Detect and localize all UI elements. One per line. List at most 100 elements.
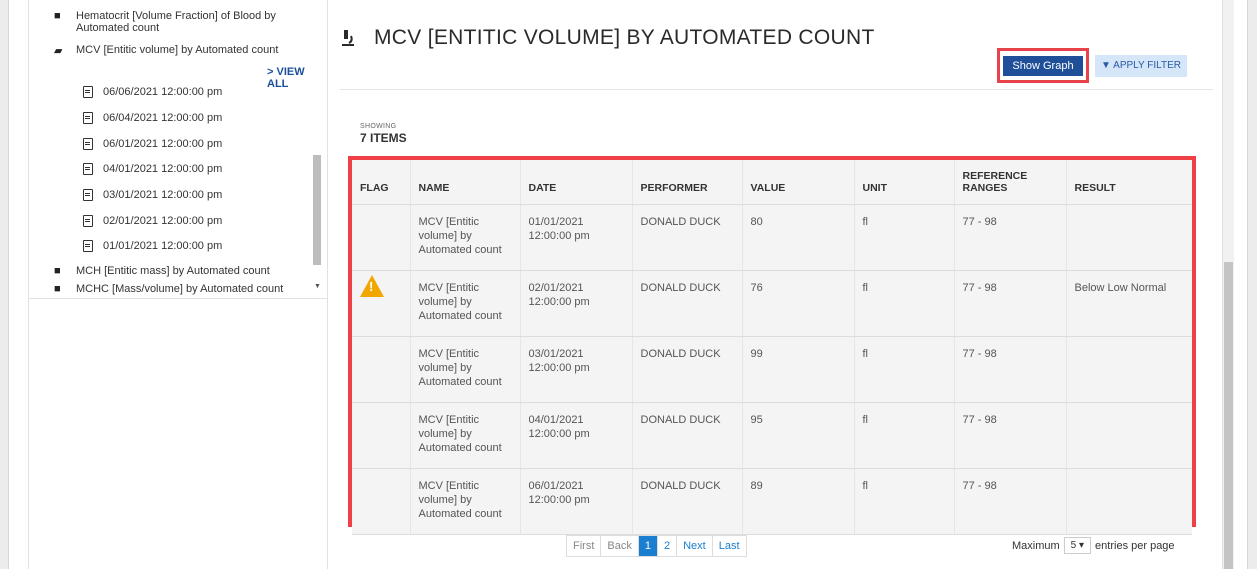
- tree-date-item[interactable]: 06/06/2021 12:00:00 pm: [83, 86, 222, 98]
- table-row[interactable]: MCV [Entitic volume] by Automated count 0…: [352, 468, 1192, 535]
- column-header[interactable]: DATE: [520, 160, 633, 205]
- tree-date-item[interactable]: 03/01/2021 12:00:00 pm: [83, 189, 222, 201]
- tree-date-item[interactable]: 06/04/2021 12:00:00 pm: [83, 112, 222, 124]
- divider: [28, 298, 328, 299]
- result-cell: [1066, 204, 1192, 271]
- date-cell: 06/01/2021 12:00:00 pm: [520, 468, 633, 535]
- tree-date-label: 06/06/2021 12:00:00 pm: [103, 86, 223, 98]
- performer-cell: DONALD DUCK: [632, 468, 743, 535]
- range-cell: 77 - 98: [954, 402, 1067, 469]
- folder-icon: ■: [54, 10, 61, 22]
- result-cell: [1066, 468, 1192, 535]
- view-all-link[interactable]: > VIEW ALL: [267, 66, 314, 90]
- column-header[interactable]: FLAG: [352, 160, 411, 205]
- unit-cell: fl: [854, 402, 955, 469]
- next-page-button[interactable]: Next: [677, 536, 713, 556]
- result-cell: [1066, 402, 1192, 469]
- performer-cell: DONALD DUCK: [632, 270, 743, 337]
- result-cell: Below Low Normal: [1066, 270, 1192, 337]
- tree-item-label: MCH [Entitic mass] by Automated count: [76, 265, 270, 277]
- document-icon: [83, 163, 93, 175]
- tree-item-mcv[interactable]: ▰ MCV [Entitic volume] by Automated coun…: [54, 44, 278, 57]
- first-page-button[interactable]: First: [567, 536, 602, 556]
- per-page-value: 5: [1070, 540, 1077, 551]
- tree-item-hematocrit[interactable]: ■ Hematocrit [Volume Fraction] of Blood …: [54, 10, 276, 34]
- per-page-select[interactable]: 5 ▾: [1063, 537, 1092, 554]
- date-cell: 03/01/2021 12:00:00 pm: [520, 336, 633, 403]
- last-page-button[interactable]: Last: [712, 536, 746, 556]
- results-tree: ■ Hematocrit [Volume Fraction] of Blood …: [39, 0, 314, 298]
- tree-scrollbar[interactable]: [313, 155, 321, 265]
- folder-open-icon: ▰: [54, 45, 63, 57]
- divider: [340, 89, 1213, 90]
- value-cell: 80: [742, 204, 855, 271]
- tree-item-label: MCHC [Mass/volume] by Automated count: [76, 283, 284, 295]
- flag-cell: [352, 336, 411, 403]
- performer-cell: DONALD DUCK: [632, 204, 743, 271]
- entries-per-page: Maximum 5 ▾ entries per page: [1012, 537, 1175, 554]
- column-header[interactable]: NAME: [410, 160, 521, 205]
- flag-cell: [352, 468, 411, 535]
- range-cell: 77 - 98: [954, 270, 1067, 337]
- page-header: MCV [ENTITIC VOLUME] BY AUTOMATED COUNT: [340, 26, 875, 50]
- value-cell: 89: [742, 468, 855, 535]
- results-table-highlight: FLAG NAME DATE PERFORMER VALUE UNIT REFE…: [348, 156, 1196, 535]
- tree-item-label: MCV [Entitic volume] by Automated count: [76, 44, 279, 56]
- column-header[interactable]: RESULT: [1066, 160, 1192, 205]
- page-1-button[interactable]: 1: [638, 536, 658, 556]
- scroll-down-icon[interactable]: ▼: [314, 283, 321, 290]
- flag-cell: [352, 402, 411, 469]
- range-cell: 77 - 98: [954, 468, 1067, 535]
- apply-filter-button[interactable]: ▼ APPLY FILTER: [1095, 55, 1187, 77]
- table-row[interactable]: MCV [Entitic volume] by Automated count 0…: [352, 336, 1192, 403]
- page-scrollbar-thumb[interactable]: [1224, 262, 1233, 569]
- unit-cell: fl: [854, 270, 955, 337]
- table-row[interactable]: ! MCV [Entitic volume] by Automated count…: [352, 270, 1192, 337]
- date-cell: 01/01/2021 12:00:00 pm: [520, 204, 633, 271]
- column-header[interactable]: VALUE: [742, 160, 855, 205]
- warning-icon: !: [360, 274, 384, 297]
- maximum-label: Maximum: [1012, 539, 1060, 552]
- unit-cell: fl: [854, 468, 955, 535]
- tree-item-mchc[interactable]: ■ MCHC [Mass/volume] by Automated count: [54, 283, 283, 295]
- range-cell: 77 - 98: [954, 336, 1067, 403]
- tree-date-item[interactable]: 02/01/2021 12:00:00 pm: [83, 215, 222, 227]
- column-header[interactable]: REFERENCE RANGES: [954, 160, 1067, 205]
- tree-date-item[interactable]: 01/01/2021 12:00:00 pm: [83, 240, 222, 252]
- tree-date-item[interactable]: 06/01/2021 12:00:00 pm: [83, 138, 222, 150]
- entries-label: entries per page: [1095, 539, 1175, 552]
- document-icon: [83, 138, 93, 150]
- range-cell: 77 - 98: [954, 204, 1067, 271]
- page-2-button[interactable]: 2: [657, 536, 678, 556]
- tree-date-item[interactable]: 04/01/2021 12:00:00 pm: [83, 163, 222, 175]
- tree-item-label: Hematocrit [Volume Fraction] of Blood by…: [76, 10, 276, 34]
- tree-date-label: 06/01/2021 12:00:00 pm: [103, 138, 223, 150]
- caret-down-icon: ▾: [1079, 540, 1085, 551]
- performer-cell: DONALD DUCK: [632, 336, 743, 403]
- tree-date-label: 04/01/2021 12:00:00 pm: [103, 163, 223, 175]
- table-row[interactable]: MCV [Entitic volume] by Automated count 0…: [352, 204, 1192, 271]
- name-cell: MCV [Entitic volume] by Automated count: [410, 468, 521, 535]
- value-cell: 76: [742, 270, 855, 337]
- tree-date-label: 03/01/2021 12:00:00 pm: [103, 189, 223, 201]
- showing-label: SHOWING: [360, 123, 397, 130]
- value-cell: 99: [742, 336, 855, 403]
- flag-cell: !: [352, 270, 411, 337]
- document-icon: [83, 240, 93, 252]
- flag-cell: [352, 204, 411, 271]
- microscope-icon: [342, 30, 354, 46]
- show-graph-button[interactable]: Show Graph: [1003, 56, 1083, 76]
- tree-date-label: 01/01/2021 12:00:00 pm: [103, 240, 223, 252]
- left-panel: ■ Hematocrit [Volume Fraction] of Blood …: [28, 0, 328, 569]
- back-page-button[interactable]: Back: [601, 536, 639, 556]
- tree-item-mch[interactable]: ■ MCH [Entitic mass] by Automated count: [54, 265, 270, 277]
- document-icon: [83, 86, 93, 98]
- column-header[interactable]: PERFORMER: [632, 160, 743, 205]
- tree-date-label: 06/04/2021 12:00:00 pm: [103, 112, 223, 124]
- table-header-row: FLAG NAME DATE PERFORMER VALUE UNIT REFE…: [352, 160, 1192, 205]
- value-cell: 95: [742, 402, 855, 469]
- tree-date-label: 02/01/2021 12:00:00 pm: [103, 215, 223, 227]
- document-icon: [83, 189, 93, 201]
- column-header[interactable]: UNIT: [854, 160, 955, 205]
- table-row[interactable]: MCV [Entitic volume] by Automated count 0…: [352, 402, 1192, 469]
